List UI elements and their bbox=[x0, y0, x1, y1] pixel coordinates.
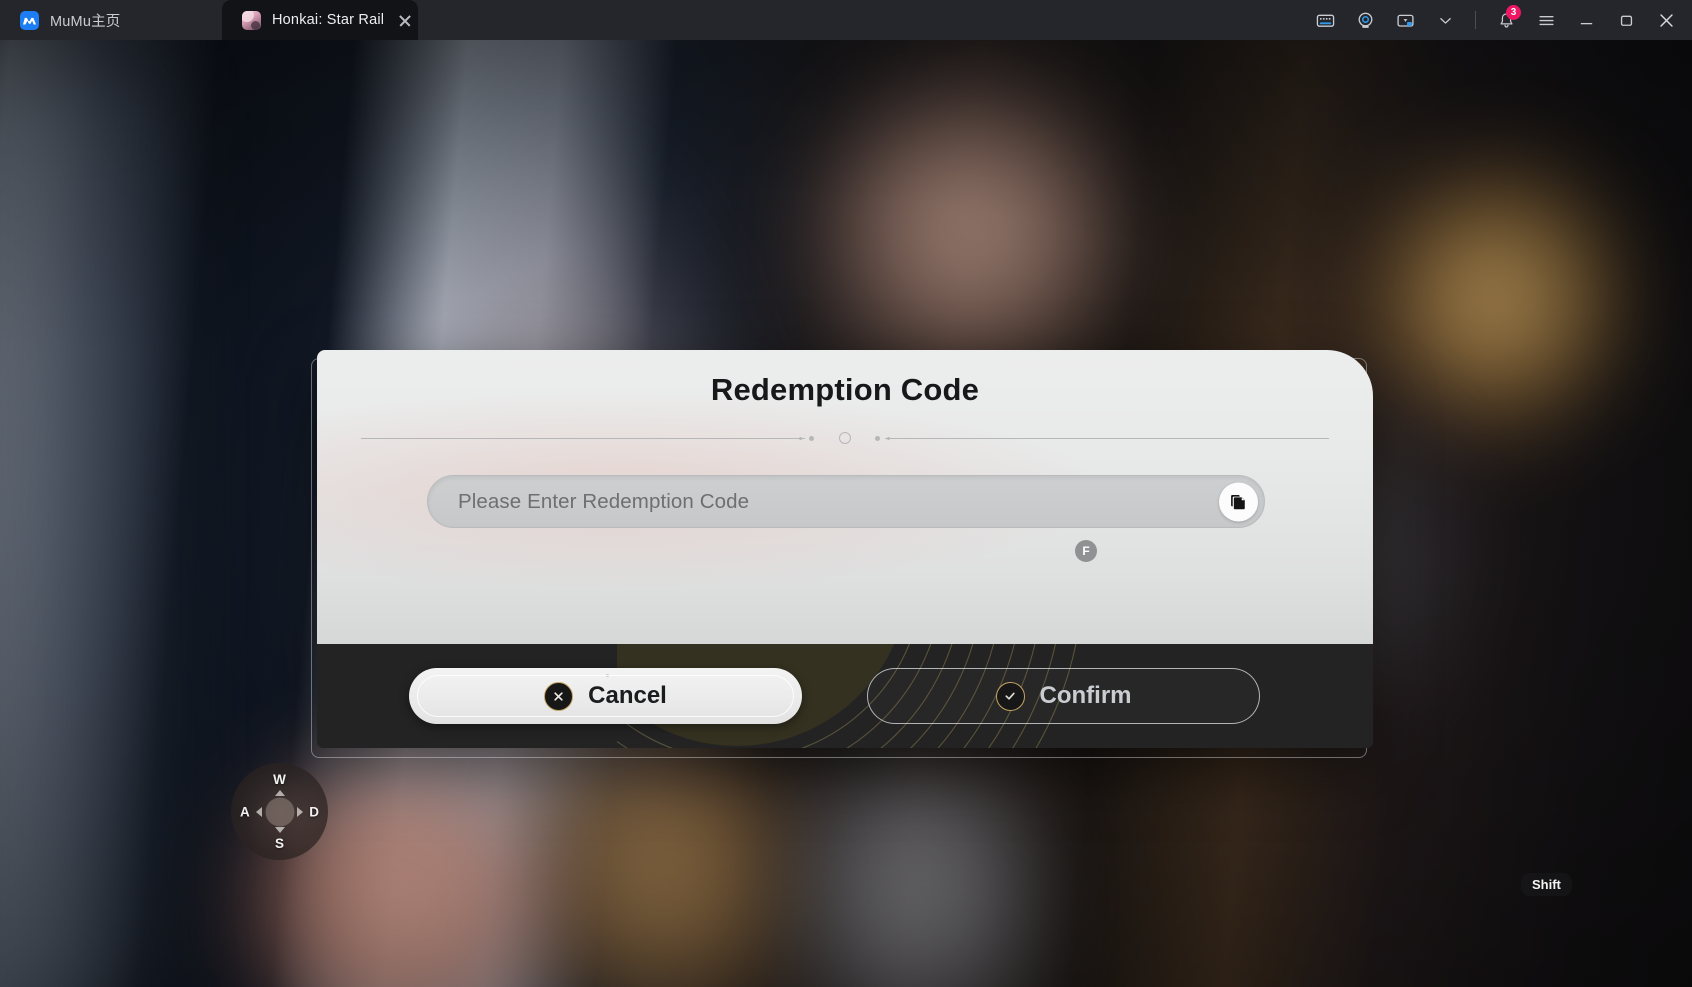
titlebar-controls: 3 bbox=[1305, 0, 1692, 40]
keyboard-mapping-icon[interactable] bbox=[1305, 0, 1345, 40]
game-avatar-icon bbox=[242, 10, 261, 30]
hamburger-menu-icon[interactable] bbox=[1526, 0, 1566, 40]
notification-badge: 3 bbox=[1506, 5, 1521, 20]
cancel-button-label: Cancel bbox=[588, 682, 667, 709]
joystick-key-a[interactable]: A bbox=[240, 804, 250, 819]
screen-record-icon[interactable] bbox=[1385, 0, 1425, 40]
confirm-check-icon bbox=[995, 681, 1025, 711]
minimize-icon[interactable] bbox=[1566, 0, 1606, 40]
redemption-code-input[interactable]: Please Enter Redemption Code bbox=[427, 475, 1265, 528]
dialog-button-row: Cancel Confirm bbox=[317, 644, 1373, 748]
tab-honkai-star-rail[interactable]: Honkai: Star Rail bbox=[222, 0, 418, 40]
close-icon[interactable] bbox=[395, 10, 396, 30]
mumu-logo-icon bbox=[20, 10, 39, 30]
toolbar-divider bbox=[1475, 11, 1476, 29]
confirm-button-label: Confirm bbox=[1039, 682, 1132, 709]
key-hint-f: F bbox=[1075, 540, 1097, 562]
paste-icon[interactable] bbox=[1219, 482, 1258, 521]
dialog-body: Redemption Code Please Enter Redemption … bbox=[317, 350, 1373, 644]
joystick-arrow-up-icon bbox=[274, 790, 285, 796]
joystick-arrow-down-icon bbox=[274, 827, 285, 833]
dialog-footer: Cancel Confirm bbox=[317, 644, 1373, 748]
maximize-icon[interactable] bbox=[1606, 0, 1646, 40]
shift-key-hint[interactable]: Shift bbox=[1521, 873, 1572, 896]
close-icon[interactable] bbox=[1646, 0, 1686, 40]
joystick-arrow-right-icon bbox=[297, 806, 303, 817]
chevron-down-icon[interactable] bbox=[1425, 0, 1465, 40]
joystick-key-d[interactable]: D bbox=[309, 804, 319, 819]
redemption-code-input-row: Please Enter Redemption Code bbox=[427, 475, 1265, 528]
tab-label: Honkai: Star Rail bbox=[272, 12, 385, 28]
notification-bell-icon[interactable]: 3 bbox=[1486, 0, 1526, 40]
tab-mumu-home[interactable]: MuMu主页 bbox=[0, 0, 222, 40]
redemption-code-dialog: Redemption Code Please Enter Redemption … bbox=[311, 350, 1375, 758]
cancel-x-icon bbox=[544, 681, 574, 711]
dialog-title: Redemption Code bbox=[710, 372, 980, 407]
joystick-key-s[interactable]: S bbox=[275, 836, 284, 851]
titlebar: MuMu主页 Honkai: Star Rail 3 bbox=[0, 0, 1692, 40]
joystick-key-w[interactable]: W bbox=[273, 772, 286, 787]
input-placeholder: Please Enter Redemption Code bbox=[458, 489, 750, 513]
wasd-joystick[interactable]: W A S D bbox=[231, 763, 328, 860]
title-divider-ornament bbox=[361, 432, 1329, 444]
joystick-center-knob[interactable] bbox=[265, 797, 294, 826]
game-viewport[interactable]: Redemption Code Please Enter Redemption … bbox=[0, 40, 1692, 987]
joystick-arrow-left-icon bbox=[256, 806, 262, 817]
tab-label: MuMu主页 bbox=[50, 13, 121, 30]
screenshot-icon[interactable] bbox=[1345, 0, 1385, 40]
confirm-button[interactable]: Confirm bbox=[867, 668, 1260, 724]
cancel-button[interactable]: Cancel bbox=[409, 668, 802, 724]
